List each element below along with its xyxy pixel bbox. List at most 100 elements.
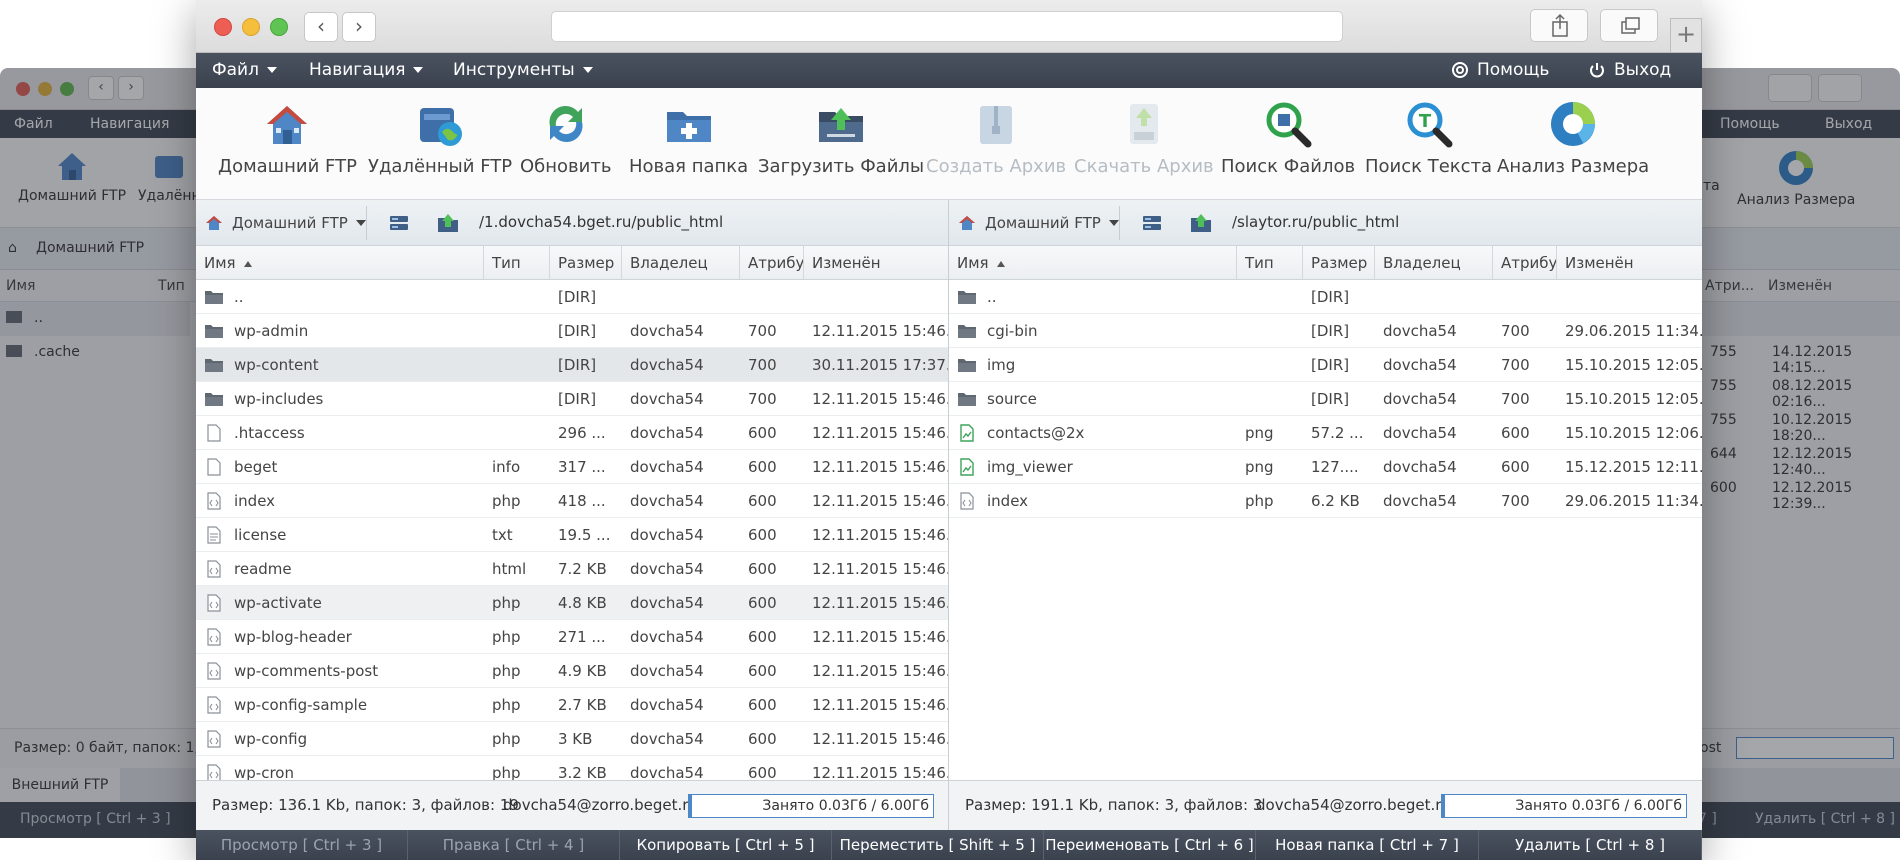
menu-exit[interactable]: Выход	[1588, 60, 1671, 80]
column-name[interactable]: Имя	[196, 246, 484, 280]
column-type[interactable]: Тип	[484, 246, 550, 280]
file-row[interactable]: .htaccess 296 ... dovcha54 600 12.11.2015 15…	[196, 416, 948, 450]
file-row[interactable]: wp-admin [DIR] dovcha54 700 12.11.2015 15:46…	[196, 314, 948, 348]
column-owner[interactable]: Владелец	[1375, 246, 1493, 280]
menu-help[interactable]: Помощь	[1451, 60, 1549, 80]
column-modified[interactable]: Изменён	[804, 246, 949, 280]
file-type: info	[492, 458, 521, 476]
left-site-selector[interactable]: Домашний FTP	[204, 213, 366, 233]
file-modified: 12.11.2015 15:46...	[812, 696, 948, 714]
file-modified: 12.11.2015 15:46...	[812, 764, 948, 780]
file-row[interactable]: wp-comments-post php 4.9 KB dovcha54 600 12.1…	[196, 654, 948, 688]
file-row[interactable]: wp-includes [DIR] dovcha54 700 12.11.2015 15…	[196, 382, 948, 416]
folder-up-icon[interactable]	[1189, 212, 1213, 234]
file-modified: 12.11.2015 15:46...	[812, 628, 948, 646]
file-row[interactable]: license txt 19.5 ... dovcha54 600 12.11.2015 …	[196, 518, 948, 552]
file-owner: dovcha54	[1383, 458, 1457, 476]
bottom-action-button[interactable]: Переместить [ Shift + 5 ]	[832, 830, 1044, 860]
window-chrome: ‹ › +	[196, 0, 1702, 53]
file-row[interactable]: wp-cron php 3.2 KB dovcha54 600 12.11.2015 15…	[196, 756, 948, 780]
tabs-overview-button[interactable]	[1600, 9, 1658, 42]
file-row[interactable]: source [DIR] dovcha54 700 15.10.2015 12:05..…	[949, 382, 1702, 416]
tool-size-analysis[interactable]: Анализ Размера	[1497, 98, 1649, 177]
file-size: 19.5 ...	[558, 526, 611, 544]
file-row[interactable]: wp-config-sample php 2.7 KB dovcha54 600 12.1…	[196, 688, 948, 722]
right-site-selector[interactable]: Домашний FTP	[957, 213, 1119, 233]
new-tab-button[interactable]: +	[1670, 18, 1702, 53]
sort-ascending-icon	[996, 260, 1005, 267]
file-size: [DIR]	[558, 356, 597, 374]
bottom-action-button[interactable]: Просмотр [ Ctrl + 3 ]	[196, 830, 408, 860]
column-type[interactable]: Тип	[1237, 246, 1303, 280]
file-modified: 30.11.2015 17:37...	[812, 356, 948, 374]
remote-server-icon	[420, 108, 463, 146]
back-button[interactable]: ‹	[304, 12, 338, 42]
file-name: wp-config	[234, 730, 308, 748]
forward-button[interactable]: ›	[342, 12, 376, 42]
power-icon	[1590, 63, 1604, 78]
right-current-path[interactable]: /slaytor.ru/public_html	[1232, 213, 1399, 231]
folder-up-icon[interactable]	[436, 212, 460, 234]
left-current-path[interactable]: /1.dovcha54.bget.ru/public_html	[479, 213, 723, 231]
file-row[interactable]: index php 418 ... dovcha54 600 12.11.2015 15:…	[196, 484, 948, 518]
tool-find-files[interactable]: Поиск Файлов	[1221, 98, 1355, 177]
file-modified: 12.11.2015 15:46...	[812, 560, 948, 578]
menu-navigation[interactable]: Навигация	[309, 60, 424, 80]
menu-tools-label: Инструменты	[453, 60, 575, 80]
tool-create-archive[interactable]: Создать Архив	[926, 98, 1066, 177]
close-window-button[interactable]	[214, 18, 232, 36]
column-attributes[interactable]: Атрибуты	[1493, 246, 1557, 280]
file-row[interactable]: .. [DIR]	[949, 280, 1702, 314]
tool-new-folder[interactable]: Новая папка	[629, 98, 748, 177]
column-name[interactable]: Имя	[949, 246, 1237, 280]
file-name: index	[234, 492, 276, 510]
file-row[interactable]: img_viewer png 127.... dovcha54 600 15.12.201…	[949, 450, 1702, 484]
column-modified[interactable]: Изменён	[1557, 246, 1702, 280]
column-attributes[interactable]: Атрибуты	[740, 246, 804, 280]
file-row[interactable]: index php 6.2 KB dovcha54 700 29.06.2015 11:3…	[949, 484, 1702, 518]
tool-download-archive[interactable]: Скачать Архив	[1074, 98, 1214, 177]
tool-home-ftp[interactable]: Домашний FTP	[218, 98, 357, 177]
bottom-action-bar: Просмотр [ Ctrl + 3 ] Правка [ Ctrl + 4 ]…	[196, 830, 1702, 860]
code-file-icon	[207, 560, 221, 578]
left-statusbar: Размер: 136.1 Kb, папок: 3, файлов: 19 d…	[196, 780, 948, 830]
bottom-action-button[interactable]: Переименовать [ Ctrl + 6 ]	[1044, 830, 1256, 860]
file-owner: dovcha54	[630, 764, 704, 780]
plus-icon: +	[1675, 20, 1697, 48]
bottom-action-button[interactable]: Удалить [ Ctrl + 8 ]	[1479, 830, 1702, 860]
file-row[interactable]: wp-blog-header php 271 ... dovcha54 600 12.11…	[196, 620, 948, 654]
bottom-action-button[interactable]: Правка [ Ctrl + 4 ]	[408, 830, 620, 860]
tool-remote-ftp[interactable]: Удалённый FTP	[368, 98, 512, 177]
chevron-down-icon	[582, 67, 593, 73]
file-row[interactable]: wp-config php 3 KB dovcha54 600 12.11.2015 15…	[196, 722, 948, 756]
file-row[interactable]: img [DIR] dovcha54 700 15.10.2015 12:05...	[949, 348, 1702, 382]
zoom-window-button[interactable]	[270, 18, 288, 36]
tool-upload-files[interactable]: Загрузить Файлы	[758, 98, 924, 177]
file-name: wp-comments-post	[234, 662, 379, 680]
address-bar[interactable]	[551, 11, 1343, 42]
column-owner[interactable]: Владелец	[622, 246, 740, 280]
file-row[interactable]: .. [DIR]	[196, 280, 948, 314]
file-row[interactable]: cgi-bin [DIR] dovcha54 700 29.06.2015 11:34.…	[949, 314, 1702, 348]
file-attr: 600	[748, 628, 777, 646]
menu-tools[interactable]: Инструменты	[453, 60, 593, 80]
code-file-icon	[207, 628, 221, 646]
server-icon[interactable]	[1141, 213, 1163, 233]
zip-download-icon	[1129, 104, 1158, 144]
file-size: 4.8 KB	[558, 594, 607, 612]
bottom-action-button[interactable]: Копировать [ Ctrl + 5 ]	[620, 830, 832, 860]
file-row[interactable]: contacts@2x png 57.2 ... dovcha54 600 15.10.2…	[949, 416, 1702, 450]
file-row[interactable]: wp-activate php 4.8 KB dovcha54 600 12.11.201…	[196, 586, 948, 620]
share-button[interactable]	[1530, 9, 1588, 42]
file-row[interactable]: beget info 317 ... dovcha54 600 12.11.2015 15…	[196, 450, 948, 484]
server-icon[interactable]	[388, 213, 410, 233]
bottom-action-button[interactable]: Новая папка [ Ctrl + 7 ]	[1256, 830, 1479, 860]
tool-find-text[interactable]: T Поиск Текста	[1365, 98, 1492, 177]
menu-file[interactable]: Файл	[212, 60, 277, 80]
minimize-window-button[interactable]	[242, 18, 260, 36]
file-row[interactable]: readme html 7.2 KB dovcha54 600 12.11.2015 15…	[196, 552, 948, 586]
column-size[interactable]: Размер	[550, 246, 622, 280]
tool-refresh[interactable]: Обновить	[520, 98, 611, 177]
file-row[interactable]: wp-content [DIR] dovcha54 700 30.11.2015 17:…	[196, 348, 948, 382]
column-size[interactable]: Размер	[1303, 246, 1375, 280]
